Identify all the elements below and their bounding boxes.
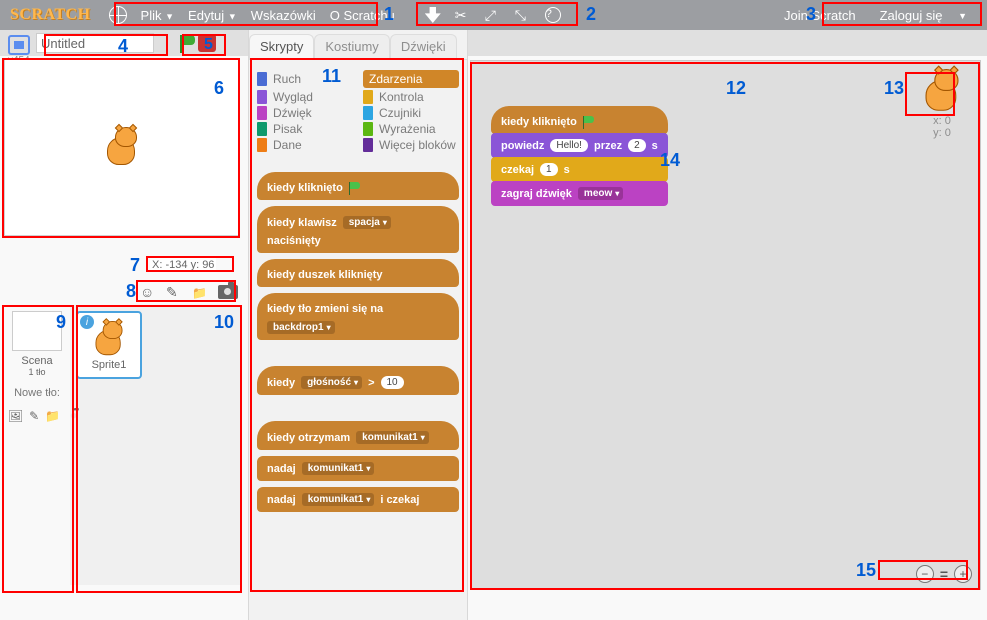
num-12: 12 <box>726 78 746 99</box>
zoom-out-icon[interactable]: − <box>916 565 934 583</box>
num-2: 2 <box>586 4 596 25</box>
num-3: 3 <box>806 4 816 25</box>
block-when-key[interactable]: kiedy klawisz spacja naciśnięty <box>257 206 459 253</box>
cat-looks[interactable]: Wygląd <box>257 90 353 104</box>
scissors-icon[interactable] <box>455 7 471 23</box>
project-title-input[interactable]: Untitled <box>36 33 154 53</box>
backdrop-library-icon[interactable]: 🖼 <box>8 409 23 423</box>
menu-file[interactable]: Plik ▼ <box>141 8 175 23</box>
sprite-name: Sprite1 <box>78 359 140 371</box>
menu-edit[interactable]: Edytuj ▼ <box>188 8 237 23</box>
new-sprite-tools <box>140 284 238 300</box>
globe-icon[interactable] <box>109 6 127 24</box>
scripts-area[interactable]: x: 0 y: 0 kiedy kliknięto powiedz Hello!… <box>470 60 981 590</box>
login-link[interactable]: Zaloguj się ▼ <box>868 8 979 23</box>
block-when-sprite-clicked[interactable]: kiedy duszek kliknięty <box>257 259 459 287</box>
zoom-in-icon[interactable]: + <box>954 565 972 583</box>
cat-operators[interactable]: Wyrażenia <box>363 122 459 136</box>
num-13: 13 <box>884 78 904 99</box>
backdrop-tools: 🖼 ✎ 📁 <box>8 409 66 423</box>
sprite-info-panel: x: 0 y: 0 <box>914 71 970 139</box>
sprites-pane: i Sprite1 <box>70 305 240 585</box>
stack-play-sound[interactable]: zagraj dźwięk meow <box>491 181 668 206</box>
main-menu: Plik ▼ Edytuj ▼ Wskazówki O Scratchu <box>135 8 395 23</box>
new-backdrop-label: Nowe tło: <box>4 377 70 403</box>
zoom-reset-icon[interactable]: = <box>940 566 948 582</box>
num-4: 4 <box>118 36 128 57</box>
backdrop-count: 1 tło <box>4 367 70 377</box>
num-15: 15 <box>856 560 876 581</box>
num-10: 10 <box>214 312 234 333</box>
tab-costumes[interactable]: Kostiumy <box>314 34 389 59</box>
sprite-camera-icon[interactable] <box>218 285 238 299</box>
tab-scripts[interactable]: Skrypty <box>249 34 314 59</box>
stack-when-flag[interactable]: kiedy kliknięto <box>491 106 668 134</box>
num-11: 11 <box>322 66 341 87</box>
project-header: v454 Untitled <box>0 30 987 56</box>
cat-more[interactable]: Więcej bloków <box>363 138 459 152</box>
stage-label: Scena <box>4 355 70 367</box>
backdrop-paint-icon[interactable]: ✎ <box>29 409 39 423</box>
cat-events[interactable]: Zdarzenia <box>363 70 459 88</box>
stage-selector[interactable]: Scena 1 tło Nowe tło: 🖼 ✎ 📁 <box>4 305 70 585</box>
cat-control[interactable]: Kontrola <box>363 90 459 104</box>
stamp-icon[interactable] <box>425 7 441 23</box>
block-when-flag[interactable]: kiedy kliknięto <box>257 172 459 200</box>
block-when-backdrop[interactable]: kiedy tło zmieni się na backdrop1 <box>257 293 459 340</box>
num-9: 9 <box>56 312 66 333</box>
flag-icon <box>349 182 363 194</box>
help-icon[interactable]: ? <box>545 7 561 23</box>
grow-icon[interactable] <box>485 7 501 23</box>
shrink-icon[interactable] <box>515 7 531 23</box>
num-1: 1 <box>384 4 394 25</box>
flag-icon <box>583 116 597 128</box>
script-stack[interactable]: kiedy kliknięto powiedz Hello! przez 2 s… <box>491 106 668 206</box>
num-5: 5 <box>204 36 213 54</box>
block-when-loudness[interactable]: kiedy głośność > 10 <box>257 366 459 395</box>
editor-tabs: Skrypty Kostiumy Dźwięki <box>249 34 467 60</box>
backdrop-upload-icon[interactable]: 📁 <box>45 409 60 423</box>
cat-sensing[interactable]: Czujniki <box>363 106 459 120</box>
top-bar: SCRATCH Plik ▼ Edytuj ▼ Wskazówki O Scra… <box>0 0 987 30</box>
join-link[interactable]: Join Scratch <box>778 8 862 23</box>
block-when-receive[interactable]: kiedy otrzymam komunikat1 <box>257 421 459 450</box>
sprite-on-stage[interactable] <box>103 127 141 167</box>
sprite-library-icon[interactable] <box>140 284 158 300</box>
stage[interactable] <box>4 58 240 236</box>
fullscreen-icon[interactable] <box>8 35 30 55</box>
stage-thumb[interactable] <box>12 311 62 351</box>
sprite-thumb[interactable]: i Sprite1 <box>76 311 142 379</box>
stack-wait[interactable]: czekaj 1 s <box>491 157 668 182</box>
palette-column: Skrypty Kostiumy Dźwięki Ruch Zdarzenia … <box>248 30 468 620</box>
cat-pen[interactable]: Pisak <box>257 122 353 136</box>
stack-say[interactable]: powiedz Hello! przez 2 s <box>491 133 668 158</box>
category-grid: Ruch Zdarzenia Wygląd Kontrola Dźwięk Cz… <box>249 60 467 166</box>
block-broadcast-wait[interactable]: nadaj komunikat1 i czekaj <box>257 487 459 512</box>
cat-data[interactable]: Dane <box>257 138 353 152</box>
num-8: 8 <box>126 281 136 302</box>
cat-sound[interactable]: Dźwięk <box>257 106 353 120</box>
num-7: 7 <box>130 255 140 276</box>
menu-tips[interactable]: Wskazówki <box>251 8 316 23</box>
green-flag-icon[interactable] <box>178 33 198 53</box>
num-14: 14 <box>660 150 680 171</box>
toolbar-tools: ? <box>425 7 561 23</box>
zoom-controls: − = + <box>916 565 972 583</box>
mouse-coords: X: -134 y: 96 <box>150 257 216 272</box>
bottom-left-panel: Scena 1 tło Nowe tło: 🖼 ✎ 📁 i Sprite1 <box>4 305 240 585</box>
scratch-logo[interactable]: SCRATCH <box>0 6 101 24</box>
block-broadcast[interactable]: nadaj komunikat1 <box>257 456 459 481</box>
num-6: 6 <box>214 78 224 99</box>
stage-area <box>4 58 240 236</box>
tab-sounds[interactable]: Dźwięki <box>390 34 457 59</box>
sprite-paint-icon[interactable] <box>166 284 184 300</box>
sprite-upload-icon[interactable] <box>192 284 210 300</box>
